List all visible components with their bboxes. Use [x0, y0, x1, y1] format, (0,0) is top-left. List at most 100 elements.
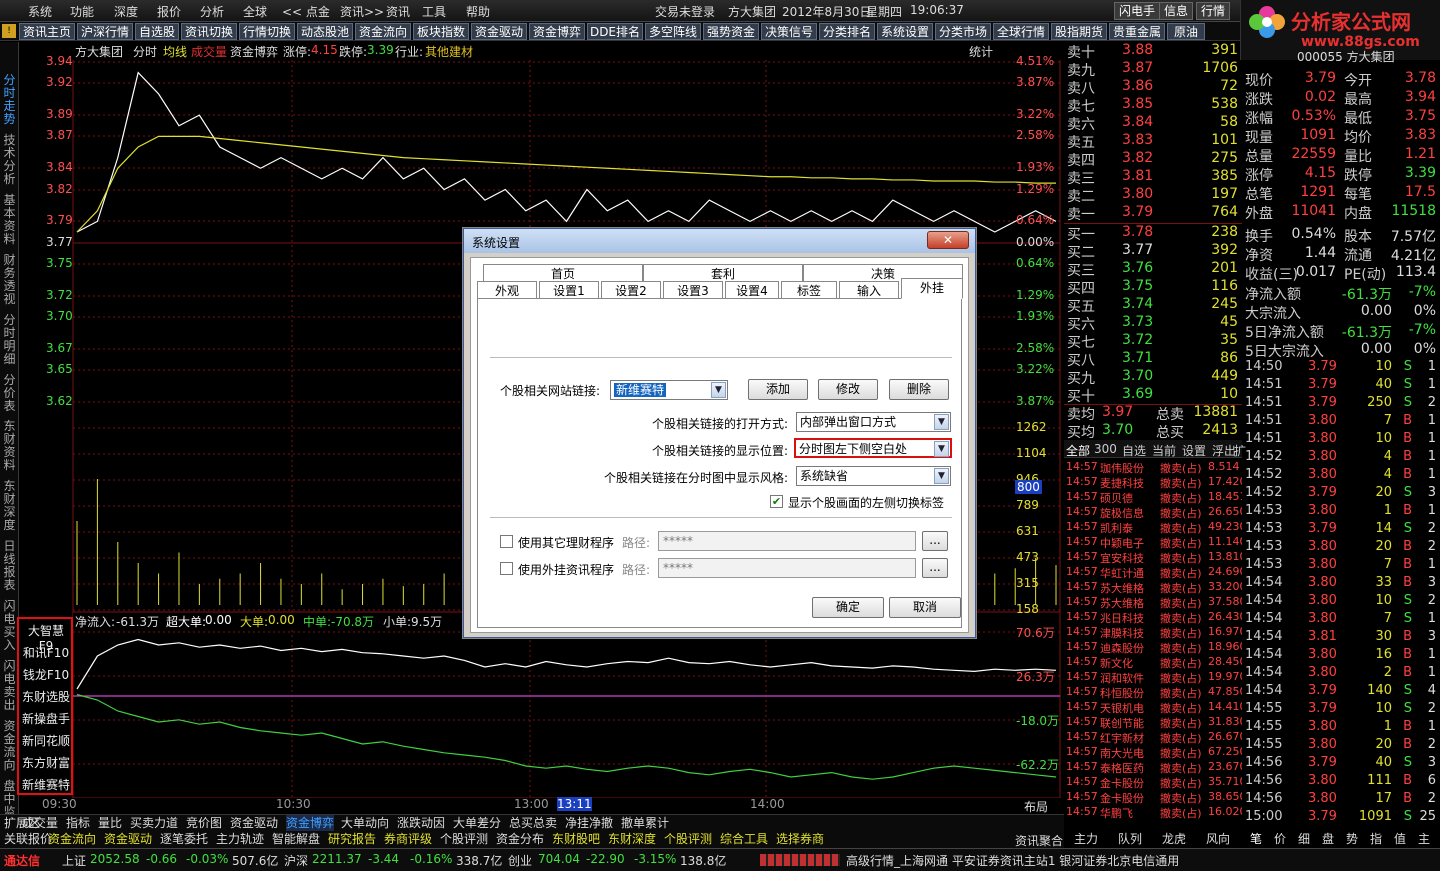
bid-row[interactable]: 买八 3.71 86: [1064, 350, 1242, 369]
radar-item[interactable]: 14:57苏大维格 撤卖(占) 37.580: [1064, 595, 1242, 610]
radar-item[interactable]: 14:57迪森股份 撤卖(占) 18.960: [1064, 640, 1242, 655]
right-tab[interactable]: 盘: [1322, 831, 1334, 848]
bid-row[interactable]: 买一 3.78 238: [1064, 224, 1242, 243]
plugin-link[interactable]: 和讯F10: [21, 644, 71, 661]
toolbar-item[interactable]: 资讯主页: [19, 23, 75, 40]
left-tab[interactable]: 技术分析: [1, 134, 18, 186]
radar-item[interactable]: 14:57津膜科技 撤卖(占) 16.970: [1064, 625, 1242, 640]
toolbar-item[interactable]: 系统设置: [877, 23, 933, 40]
menu-item[interactable]: 功能: [70, 3, 94, 20]
radar-item[interactable]: 14:57科恒股份 撤卖(占) 47.850: [1064, 685, 1242, 700]
left-tab[interactable]: 分时明细: [1, 314, 18, 366]
plugin-link[interactable]: 新维赛特: [21, 776, 71, 793]
bottom-tab[interactable]: 综合工具: [720, 831, 768, 848]
left-tab[interactable]: 东财资料: [1, 420, 18, 472]
radar-item[interactable]: 14:57华虹计通 撤卖(占) 24.690: [1064, 565, 1242, 580]
toolbar-item[interactable]: 分类排名: [819, 23, 875, 40]
bid-row[interactable]: 买五 3.74 245: [1064, 296, 1242, 315]
ask-row[interactable]: 卖五 3.83 101: [1064, 132, 1242, 151]
dialog-tab[interactable]: 输入: [839, 281, 899, 298]
bottom-tab[interactable]: 资金驱动: [104, 831, 152, 848]
menu-item[interactable]: 资讯: [386, 3, 410, 20]
radar-item[interactable]: 14:57泰格医药 撤卖(占) 23.670: [1064, 760, 1242, 775]
toolbar-item[interactable]: 沪深行情: [77, 23, 133, 40]
left-tab[interactable]: 财务透视: [1, 254, 18, 306]
menu-item[interactable]: 报价: [157, 3, 181, 20]
left-tab[interactable]: 分时走势: [1, 74, 18, 126]
menu-item[interactable]: 工具: [422, 3, 446, 20]
right-tab[interactable]: 主力: [1074, 831, 1098, 848]
bottom-tab[interactable]: 资金驱动: [230, 815, 278, 832]
toolbar-item[interactable]: 板块指数: [413, 23, 469, 40]
quote-button[interactable]: 行情: [1196, 2, 1231, 20]
path-input-2[interactable]: *****: [658, 558, 916, 578]
ok-button[interactable]: 确定: [812, 597, 884, 618]
radar-item[interactable]: 14:57新文化 撤卖(占) 28.450: [1064, 655, 1242, 670]
info-button[interactable]: 信息: [1159, 2, 1194, 20]
bottom-tab[interactable]: 竞价图: [186, 815, 222, 832]
right-tab[interactable]: 势: [1346, 831, 1358, 848]
bottom-tab[interactable]: 个股评测: [664, 831, 712, 848]
radar-tab[interactable]: 全部: [1066, 442, 1090, 459]
toolbar-item[interactable]: 全球行情: [993, 23, 1049, 40]
radar-item[interactable]: 14:57南大光电 撤卖(占) 67.250: [1064, 745, 1242, 760]
radar-item[interactable]: 14:57硕贝德 撤卖(占) 18.451: [1064, 490, 1242, 505]
open-mode-select[interactable]: 内部弹出窗口方式 ▼: [796, 412, 951, 432]
menu-item[interactable]: << 点金: [282, 3, 330, 20]
dialog-close-button[interactable]: ✕: [927, 231, 969, 249]
right-tab[interactable]: 风向: [1206, 831, 1230, 848]
path-input-1[interactable]: *****: [658, 531, 916, 551]
ask-row[interactable]: 卖六 3.84 58: [1064, 114, 1242, 133]
left-tab[interactable]: 基本资料: [1, 194, 18, 246]
radar-item[interactable]: 14:57润和软件 撤卖(占) 19.970: [1064, 670, 1242, 685]
radar-item[interactable]: 14:57苏大维格 撤卖(占) 33.200: [1064, 580, 1242, 595]
bid-row[interactable]: 买七 3.72 35: [1064, 332, 1242, 351]
display-position-select[interactable]: 分时图左下侧空白处 ▼: [794, 438, 952, 458]
dialog-tab[interactable]: 外挂: [901, 278, 963, 299]
plugin-link[interactable]: 新操盘手: [21, 710, 71, 727]
bottom-tab[interactable]: 量比: [98, 815, 122, 832]
bottom-tab[interactable]: 撤单累计: [621, 815, 669, 832]
toolbar-item[interactable]: 自选股: [135, 23, 179, 40]
menu-item[interactable]: 系统: [28, 3, 52, 20]
menu-item[interactable]: 分析: [200, 3, 224, 20]
radar-item[interactable]: 14:57旋极信息 撤卖(占) 26.650: [1064, 505, 1242, 520]
bottom-tab[interactable]: 总买总卖: [509, 815, 557, 832]
trade-status[interactable]: 交易未登录: [655, 3, 715, 20]
toolbar-item[interactable]: 多空阵线: [645, 23, 701, 40]
right-tab[interactable]: 值: [1394, 831, 1406, 848]
right-tab[interactable]: 细: [1298, 831, 1310, 848]
toolbar-item[interactable]: 贵重金属: [1109, 23, 1165, 40]
stats-button[interactable]: 统计: [969, 43, 993, 60]
ask-row[interactable]: 卖四 3.82 275: [1064, 150, 1242, 169]
radar-tab[interactable]: 自选: [1122, 442, 1146, 459]
bid-row[interactable]: 买二 3.77 392: [1064, 242, 1242, 261]
ask-row[interactable]: 卖十 3.88 391: [1064, 42, 1242, 61]
radar-item[interactable]: 14:57金卡股份 撤卖(占) 35.710: [1064, 775, 1242, 790]
right-tab[interactable]: 价: [1274, 831, 1286, 848]
dialog-tab[interactable]: 标签: [781, 281, 837, 298]
other-finance-checkbox[interactable]: [500, 535, 513, 548]
ask-row[interactable]: 卖八 3.86 72: [1064, 78, 1242, 97]
right-tab[interactable]: 龙虎: [1162, 831, 1186, 848]
show-left-tabs-checkbox[interactable]: ✔: [770, 495, 783, 508]
bottom-tab[interactable]: 研究报告: [328, 831, 376, 848]
bottom-tab[interactable]: 资金分布: [496, 831, 544, 848]
menu-item[interactable]: 全球: [243, 3, 267, 20]
external-info-checkbox[interactable]: [500, 562, 513, 575]
menu-item[interactable]: 深度: [114, 3, 138, 20]
left-tab[interactable]: 资金流向: [1, 720, 18, 772]
bottom-tab[interactable]: 大单差分: [453, 815, 501, 832]
ask-row[interactable]: 卖三 3.81 385: [1064, 168, 1242, 187]
radar-tab[interactable]: 当前: [1152, 442, 1176, 459]
radar-item[interactable]: 14:57 珈伟股份 撤卖(占) 8.514: [1064, 460, 1242, 475]
delete-button[interactable]: 删除: [889, 379, 949, 400]
bottom-tab[interactable]: 涨跌动因: [397, 815, 445, 832]
plugin-link[interactable]: 东财选股: [21, 688, 71, 705]
bid-row[interactable]: 买三 3.76 201: [1064, 260, 1242, 279]
plugin-link[interactable]: 钱龙F10: [21, 666, 71, 683]
bottom-tab[interactable]: 东财深度: [608, 831, 656, 848]
ask-row[interactable]: 卖七 3.85 538: [1064, 96, 1242, 115]
radar-item[interactable]: 14:57凯利泰 撤卖(占) 49.230: [1064, 520, 1242, 535]
edit-button[interactable]: 修改: [818, 379, 878, 400]
